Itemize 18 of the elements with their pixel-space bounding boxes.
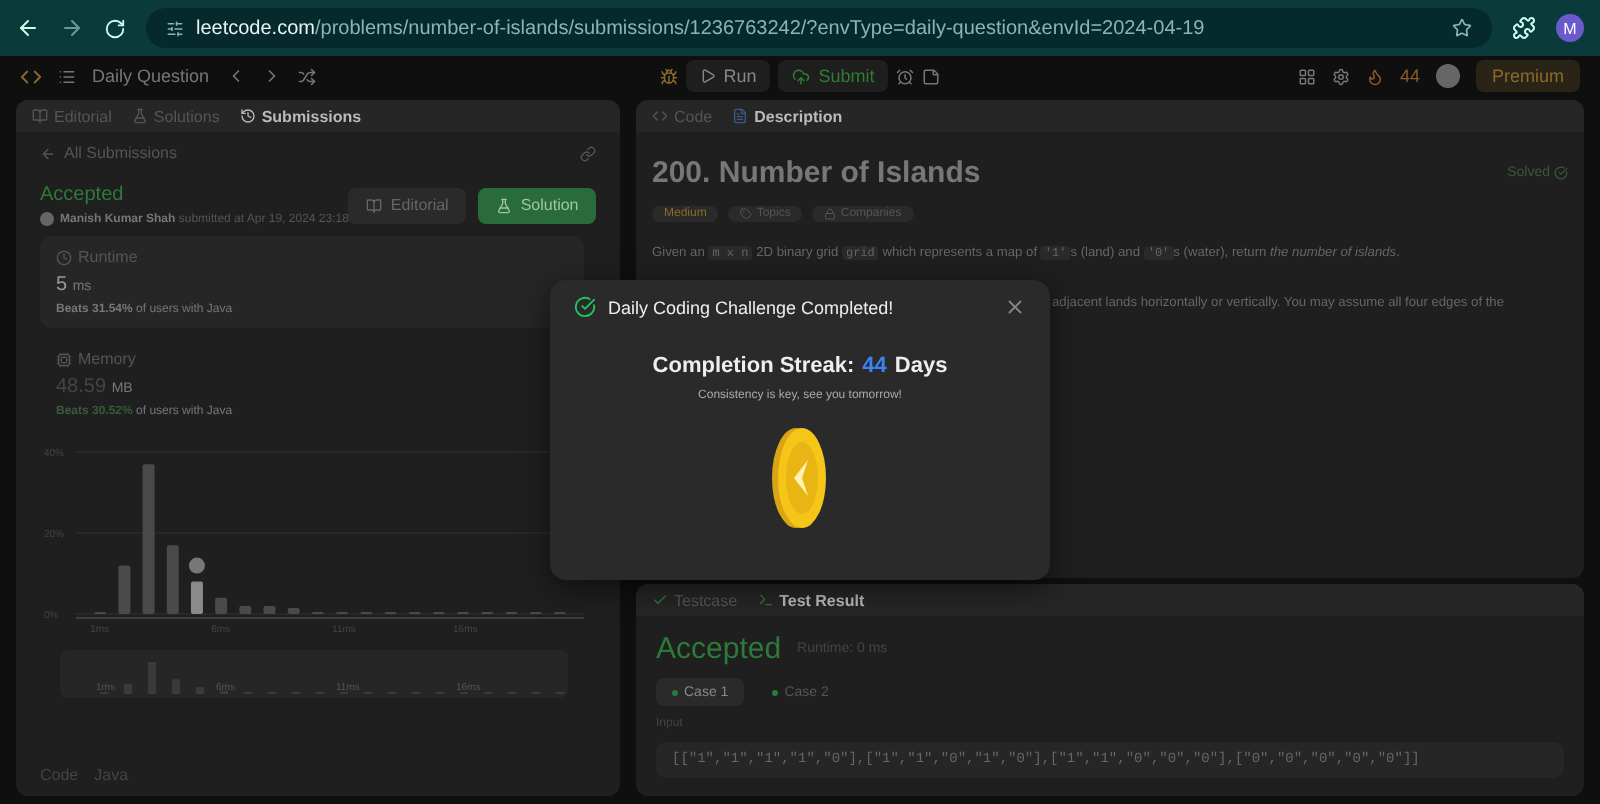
- submit-button[interactable]: Submit: [778, 60, 889, 92]
- url-text: leetcode.com/problems/number-of-islands/submissions/1236763242/?envType=daily-question&envId=2024-04-19: [196, 17, 1205, 39]
- profile-avatar[interactable]: M: [1556, 14, 1584, 42]
- panel-tab[interactable]: Submissions: [239, 107, 362, 125]
- action-button[interactable]: Editorial: [348, 187, 467, 223]
- page-title[interactable]: Daily Question: [92, 66, 210, 86]
- action-button[interactable]: Solution: [478, 187, 597, 223]
- streak-counter[interactable]: 44: [1399, 66, 1420, 86]
- address-bar[interactable]: leetcode.com/problems/number-of-islands/submissions/1236763242/?envType=daily-question&envId=2024-04-19: [146, 8, 1492, 48]
- streak-text: Completion Streak: 44 Days: [652, 354, 948, 378]
- result-status: Accepted: [656, 632, 782, 666]
- panel-tab[interactable]: Test Result: [757, 591, 865, 609]
- run-button[interactable]: Run: [685, 60, 771, 92]
- dialog-title: Daily Coding Challenge Completed!: [608, 297, 896, 317]
- premium-button[interactable]: Premium: [1475, 60, 1580, 92]
- problem-title: 200. Number of Islands: [652, 156, 981, 190]
- submission-status: Accepted: [40, 184, 126, 206]
- panel-tab[interactable]: Description: [732, 107, 843, 125]
